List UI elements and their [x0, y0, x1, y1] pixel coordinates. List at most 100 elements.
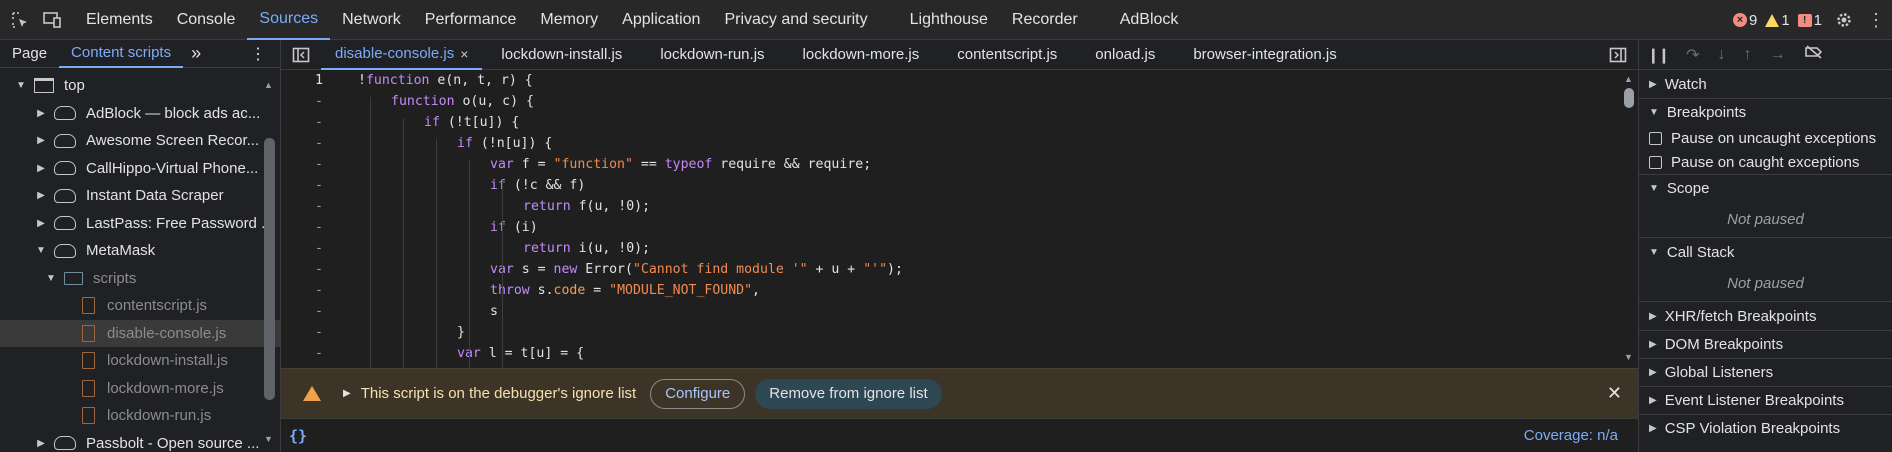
tree-item[interactable]: ▼ top [0, 72, 280, 100]
pause-uncaught-checkbox[interactable]: Pause on uncaught exceptions [1639, 126, 1892, 150]
device-toolbar-icon[interactable] [36, 0, 68, 40]
checkbox-icon[interactable] [1649, 155, 1662, 169]
tab-application[interactable]: Application [610, 0, 712, 40]
tab-memory[interactable]: Memory [528, 0, 610, 40]
tab-performance[interactable]: Performance [413, 0, 529, 40]
code-line[interactable]: -} [281, 322, 1638, 343]
step-out-icon[interactable]: ↑ [1744, 46, 1752, 64]
scroll-down-icon[interactable]: ▼ [264, 434, 273, 444]
tree-item[interactable]: ▶ AdBlock — block ads ac... [0, 100, 280, 128]
collapsed-arrow-icon[interactable]: ▶ [34, 108, 48, 119]
line-number[interactable]: - [281, 346, 327, 361]
file-item[interactable]: contentscript.js [0, 292, 280, 320]
step-into-icon[interactable]: ↓ [1718, 46, 1726, 64]
coverage-status[interactable]: Coverage: n/a [1524, 427, 1618, 444]
line-number[interactable]: - [281, 199, 327, 214]
tab-lighthouse[interactable]: Lighthouse [898, 0, 1000, 40]
file-tab-lockdown-install-js[interactable]: lockdown-install.js [482, 40, 641, 70]
code-line[interactable]: -s [281, 301, 1638, 322]
tree-item[interactable]: ▶ Awesome Screen Recor... [0, 127, 280, 155]
expand-arrow-icon[interactable]: ▶ [343, 388, 351, 399]
line-number[interactable]: - [281, 94, 327, 109]
watch-section[interactable]: ▶ Watch [1639, 70, 1892, 98]
tree-item[interactable]: ▶ LastPass: Free Password ... [0, 210, 280, 238]
collapsed-arrow-icon[interactable]: ▶ [34, 135, 48, 146]
line-number[interactable]: - [281, 115, 327, 130]
navigator-menu-icon[interactable]: ⋮ [250, 44, 266, 64]
scroll-up-icon[interactable]: ▲ [264, 80, 273, 90]
navigator-scrollbar[interactable] [264, 138, 275, 400]
code-editor[interactable]: 1 !function e(n, t, r) {- function o(u, c)… [281, 70, 1638, 406]
more-tabs-icon[interactable]: » [183, 40, 209, 68]
deactivate-breakpoints-icon[interactable] [1804, 45, 1824, 64]
file-tab-disable-console-js[interactable]: disable-console.js × [321, 40, 483, 70]
tree-item[interactable]: ▶ CallHippo-Virtual Phone... [0, 155, 280, 183]
toggle-debugger-icon[interactable] [1598, 47, 1638, 63]
close-tab-icon[interactable]: × [460, 46, 468, 62]
tree-item[interactable]: ▶ Instant Data Scraper [0, 182, 280, 210]
checkbox-icon[interactable] [1649, 131, 1662, 145]
warning-count[interactable]: 1 [1765, 12, 1790, 29]
tab-network[interactable]: Network [330, 0, 413, 40]
tab-elements[interactable]: Elements [74, 0, 165, 40]
code-line[interactable]: - return f(u, !0); [281, 196, 1638, 217]
gear-icon[interactable] [1828, 0, 1860, 40]
scope-section[interactable]: ▼ Scope [1639, 174, 1892, 202]
tree-item[interactable]: ▼ MetaMask [0, 237, 280, 265]
line-number[interactable]: - [281, 178, 327, 193]
expanded-arrow-icon[interactable]: ▼ [34, 245, 48, 256]
remove-from-ignore-list-button[interactable]: Remove from ignore list [755, 378, 942, 409]
step-icon[interactable]: → [1770, 46, 1786, 64]
line-number[interactable]: - [281, 220, 327, 235]
line-number[interactable]: - [281, 304, 327, 319]
folder-item[interactable]: ▼ scripts [0, 265, 280, 293]
code-line[interactable]: - if (i) [281, 217, 1638, 238]
breakpoints-section[interactable]: ▼ Breakpoints [1639, 98, 1892, 126]
line-number[interactable]: 1 [281, 73, 327, 88]
step-over-icon[interactable]: ↷ [1686, 45, 1699, 65]
file-item[interactable]: lockdown-run.js [0, 402, 280, 430]
tab-privacy-and-security[interactable]: Privacy and security [712, 0, 879, 40]
file-tab-lockdown-more-js[interactable]: lockdown-more.js [784, 40, 939, 70]
collapsed-arrow-icon[interactable]: ▶ [34, 163, 48, 174]
code-line[interactable]: 1 !function e(n, t, r) { [281, 70, 1638, 91]
pause-icon[interactable]: ❙❙ [1647, 46, 1670, 64]
collapsed-arrow-icon[interactable]: ▶ [34, 438, 48, 449]
section-global-listeners[interactable]: ▶ Global Listeners [1639, 358, 1892, 386]
line-number[interactable]: - [281, 325, 327, 340]
file-tab-onload-js[interactable]: onload.js [1076, 40, 1174, 70]
call-stack-section[interactable]: ▼ Call Stack [1639, 238, 1892, 266]
file-tab-contentscript-js[interactable]: contentscript.js [938, 40, 1076, 70]
editor-scrollbar[interactable] [1624, 88, 1634, 108]
file-item[interactable]: lockdown-install.js [0, 347, 280, 375]
file-item[interactable]: lockdown-more.js [0, 375, 280, 403]
code-line[interactable]: - var l = t[u] = { [281, 343, 1638, 364]
tab-recorder[interactable]: Recorder [1000, 0, 1090, 40]
code-line[interactable]: - throw s.code = "MODULE_NOT_FOUND", [281, 280, 1638, 301]
section-csp-violation-breakpoints[interactable]: ▶ CSP Violation Breakpoints [1639, 414, 1892, 442]
line-number[interactable]: - [281, 157, 327, 172]
tab-content-scripts[interactable]: Content scripts [59, 40, 184, 68]
inspect-element-icon[interactable] [4, 0, 36, 40]
tab-console[interactable]: Console [165, 0, 248, 40]
close-icon[interactable]: ✕ [1607, 383, 1622, 404]
collapsed-arrow-icon[interactable]: ▶ [34, 218, 48, 229]
section-xhr-fetch-breakpoints[interactable]: ▶ XHR/fetch Breakpoints [1639, 302, 1892, 330]
tab-sources[interactable]: Sources [247, 0, 331, 40]
more-options-icon[interactable]: ⋮ [1860, 0, 1892, 40]
section-event-listener-breakpoints[interactable]: ▶ Event Listener Breakpoints [1639, 386, 1892, 414]
line-number[interactable]: - [281, 241, 327, 256]
tree-item[interactable]: ▶ Passbolt - Open source ... [0, 430, 280, 452]
line-number[interactable]: - [281, 136, 327, 151]
issue-count[interactable]: ! 1 [1797, 12, 1822, 29]
tab-page[interactable]: Page [0, 40, 59, 68]
file-item[interactable]: disable-console.js [0, 319, 280, 347]
configure-button[interactable]: Configure [650, 378, 746, 409]
error-count[interactable]: × 9 [1732, 12, 1757, 29]
code-line[interactable]: - return i(u, !0); [281, 238, 1638, 259]
pause-caught-checkbox[interactable]: Pause on caught exceptions [1639, 150, 1892, 174]
editor-scroll-up-icon[interactable]: ▲ [1624, 74, 1633, 84]
code-line[interactable]: - if (!n[u]) { [281, 133, 1638, 154]
expanded-arrow-icon[interactable]: ▼ [44, 273, 58, 284]
code-line[interactable]: - if (!t[u]) { [281, 112, 1638, 133]
